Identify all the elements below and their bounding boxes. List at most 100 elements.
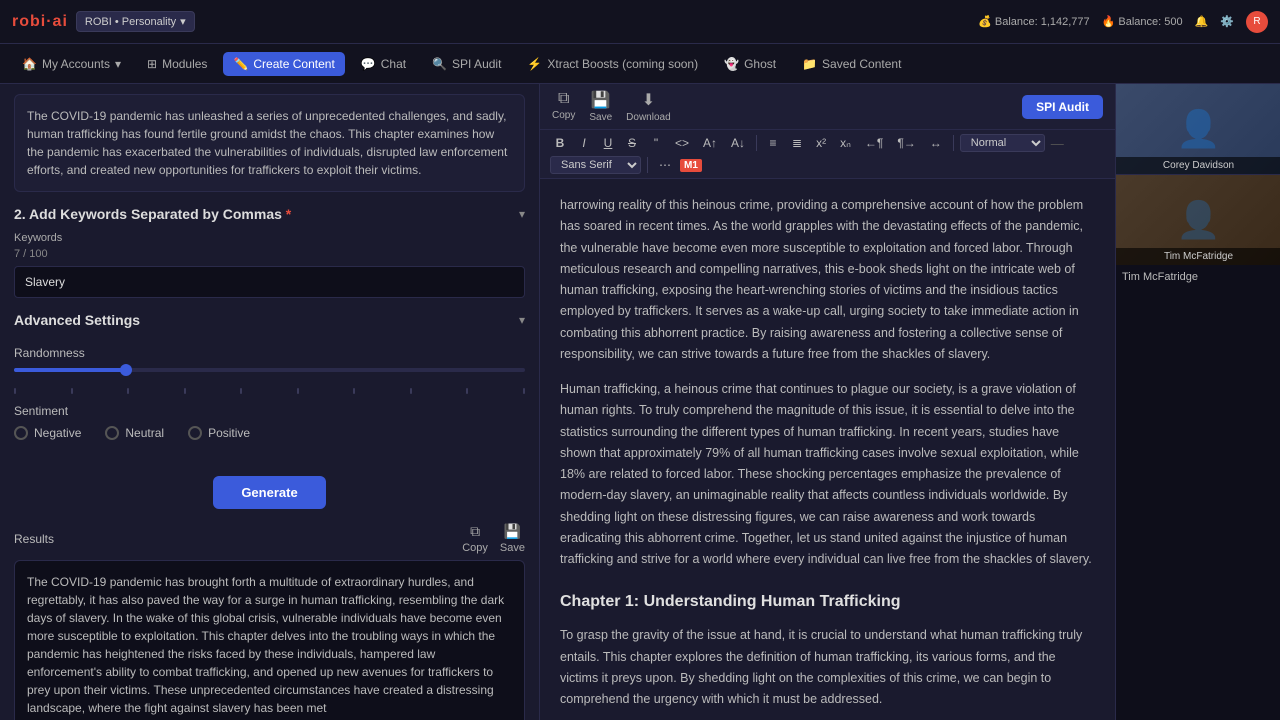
settings-icon[interactable]: ⚙️ [1220,15,1234,28]
font-select[interactable]: Sans Serif Serif Monospace [550,156,641,174]
more-formats-button[interactable]: ⋯ [654,156,676,174]
sentiment-negative[interactable]: Negative [14,426,81,440]
chapter1-para: To grasp the gravity of the issue at han… [560,625,1095,710]
nav-modules[interactable]: ⊞ Modules [137,52,217,76]
nav-ghost[interactable]: 👻 Ghost [714,52,786,76]
user-avatar[interactable]: R [1246,11,1268,33]
strikethrough-button[interactable]: S [622,134,642,152]
participant2-name: Tim McFatridge [1116,248,1280,265]
italic-button[interactable]: I [574,134,594,152]
results-bar: Results ⧉ Copy 💾 Save [14,523,525,554]
copy-button[interactable]: ⧉ Copy [552,90,575,123]
sentiment-neutral[interactable]: Neutral [105,426,164,440]
editor-toolbar-actions: ⧉ Copy 💾 Save ⬇ Download [552,90,671,123]
xtract-icon: ⚡ [527,57,542,71]
audit-icon: 🔍 [432,57,447,71]
align-left-button[interactable]: ≡ [763,134,783,152]
save-result-button[interactable]: 💾 Save [500,523,525,554]
indent-right-button[interactable]: ¶→ [892,134,920,152]
keywords-input[interactable] [14,266,525,298]
bold-button[interactable]: B [550,134,570,152]
create-icon: ✏️ [233,57,248,71]
nav-my-accounts[interactable]: 🏠 My Accounts ▾ [12,52,131,76]
download-button[interactable]: ⬇ Download [626,90,670,123]
advanced-section-header[interactable]: Advanced Settings ▾ [14,312,525,328]
editor-intro-para: harrowing reality of this heinous crime,… [560,195,1095,365]
save-icon: 💾 [591,90,611,110]
logo: robi·ai [12,13,68,31]
sentiment-neutral-radio[interactable] [105,426,119,440]
code-button[interactable]: <> [670,134,694,152]
results-label: Results [14,532,54,546]
sentiment-negative-label: Negative [34,426,81,440]
keywords-section-header[interactable]: 2. Add Keywords Separated by Commas * ▾ [14,206,525,222]
slider-dots [14,388,525,394]
keywords-count: 7 / 100 [14,248,525,260]
advanced-section-title: Advanced Settings [14,312,140,328]
nav-saved-content[interactable]: 📁 Saved Content [792,52,911,76]
intro-text-block: The COVID-19 pandemic has unleashed a se… [14,94,525,192]
right-panel: 👤 Corey Davidson 👤 Tim McFatridge Tim Mc… [1115,84,1280,720]
participant2-label: Tim McFatridge [1116,265,1280,289]
superscript-button[interactable]: x² [811,134,831,152]
advanced-inner: Randomness Sentiment Negative [14,338,525,462]
keywords-label: Keywords [14,232,525,244]
style-select[interactable]: Normal Heading 1 Heading 2 [960,134,1045,152]
main-content: ⧉ Copy 💾 Save ⬇ Download SPI Audit B I U… [540,84,1115,720]
sentiment-positive[interactable]: Positive [188,426,250,440]
justify-button[interactable]: ↔ [925,134,947,152]
fmt-divider-2 [953,135,954,151]
sentiment-positive-label: Positive [208,426,250,440]
font-size-down-button[interactable]: A↓ [726,134,750,152]
notifications-icon[interactable]: 🔔 [1195,15,1209,28]
slider-thumb [120,364,132,376]
result-text-block: The COVID-19 pandemic has brought forth … [14,560,525,720]
participant1-name: Corey Davidson [1116,157,1280,174]
advanced-section: Advanced Settings ▾ Randomness Sentiment [14,312,525,462]
randomness-slider[interactable] [14,368,525,372]
home-icon: 🏠 [22,57,37,71]
chapter1-heading: Chapter 1: Understanding Human Trafficki… [560,588,1095,615]
advanced-chevron-icon: ▾ [519,313,525,327]
fmt-divider-1 [756,135,757,151]
sentiment-positive-radio[interactable] [188,426,202,440]
subscript-button[interactable]: xₙ [835,134,856,152]
sentiment-label: Sentiment [14,404,525,418]
nav-spi-audit[interactable]: 🔍 SPI Audit [422,52,511,76]
indent-left-button[interactable]: ←¶ [860,134,888,152]
saved-icon: 📁 [802,57,817,71]
underline-button[interactable]: U [598,134,618,152]
editor-toolbar-top: ⧉ Copy 💾 Save ⬇ Download SPI Audit [540,84,1115,130]
nav-xtract[interactable]: ⚡ Xtract Boosts (coming soon) [517,52,708,76]
nav-create-content[interactable]: ✏️ Create Content [223,52,344,76]
copy-result-button[interactable]: ⧉ Copy [462,523,488,554]
main-layout: The COVID-19 pandemic has unleashed a se… [0,84,1280,720]
ghost-icon: 👻 [724,57,739,71]
modules-icon: ⊞ [147,57,157,71]
keywords-chevron-icon: ▾ [519,207,525,221]
video-participant-1: 👤 Corey Davidson [1116,84,1280,174]
balance1: 💰 Balance: 1,142,777 [978,15,1090,28]
balance2: 🔥 Balance: 500 [1102,15,1183,28]
sentiment-negative-radio[interactable] [14,426,28,440]
save-button[interactable]: 💾 Save [589,90,612,123]
font-size-up-button[interactable]: A↑ [698,134,722,152]
editor-para1: Human trafficking, a heinous crime that … [560,379,1095,570]
spi-audit-button[interactable]: SPI Audit [1022,95,1103,119]
chat-icon: 💬 [361,57,376,71]
generate-button[interactable]: Generate [213,476,325,509]
video-participant-2: 👤 Tim McFatridge [1116,175,1280,265]
copy-icon: ⧉ [558,90,569,108]
left-panel: The COVID-19 pandemic has unleashed a se… [0,84,540,720]
nav-chat[interactable]: 💬 Chat [351,52,416,76]
copy-result-icon: ⧉ [470,523,480,540]
quote-button[interactable]: " [646,134,666,152]
logo-area: robi·ai ROBI • Personality ▾ [12,11,195,32]
editor-content[interactable]: harrowing reality of this heinous crime,… [540,179,1115,720]
sentiment-options: Negative Neutral Positive [14,426,525,440]
top-nav: robi·ai ROBI • Personality ▾ 💰 Balance: … [0,0,1280,44]
fmt-divider-3 [647,157,648,173]
editor-formatting-toolbar: B I U S " <> A↑ A↓ ≡ ≣ x² xₙ ←¶ ¶→ ↔ Nor… [540,130,1115,179]
personality-select[interactable]: ROBI • Personality ▾ [76,11,195,32]
align-center-button[interactable]: ≣ [787,134,807,152]
